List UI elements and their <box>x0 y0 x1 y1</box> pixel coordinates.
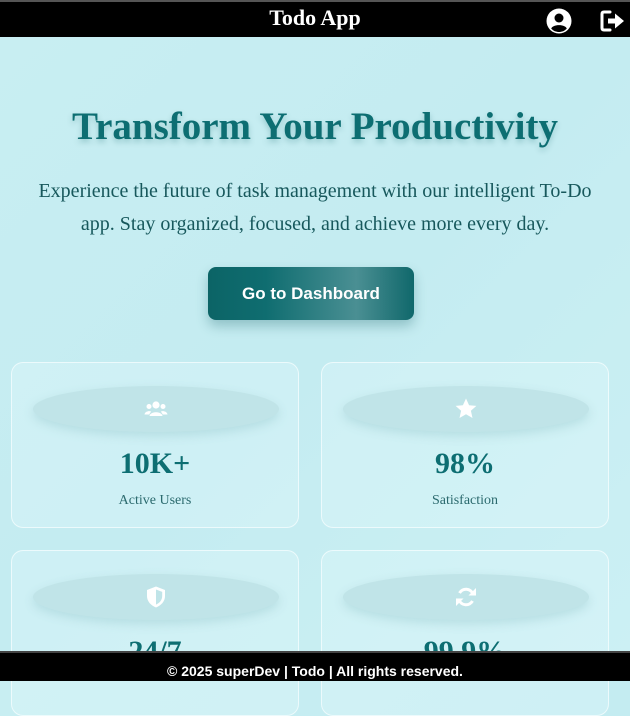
hero-title: Transform Your Productivity <box>71 105 559 148</box>
hero-description: Experience the future of task management… <box>20 175 610 241</box>
stat-card-availability: 24/7 <box>11 550 299 716</box>
stat-value: 98% <box>435 447 495 480</box>
go-to-dashboard-button[interactable]: Go to Dashboard <box>208 267 414 320</box>
user-circle-icon[interactable] <box>546 8 572 34</box>
hero-description-line-1: Experience the future of task management… <box>38 180 592 202</box>
footer-copyright: © 2025 superDev | Todo | All rights rese… <box>167 663 463 679</box>
stat-card-uptime: 99.9% <box>321 550 609 716</box>
stat-label: Satisfaction <box>431 493 499 508</box>
stat-card-active-users: 10K+ Active Users <box>11 362 299 528</box>
stat-card-satisfaction: 98% Satisfaction <box>321 362 609 528</box>
star-icon <box>455 398 477 418</box>
app-title: Todo App <box>269 5 361 30</box>
hero-description-line-2: app. Stay organized, focused, and achiev… <box>80 213 550 235</box>
stat-value: 10K+ <box>119 447 191 480</box>
sync-icon <box>456 587 476 607</box>
footer: © 2025 superDev | Todo | All rights rese… <box>0 651 630 681</box>
shield-icon <box>147 586 165 608</box>
stat-label: Active Users <box>118 493 192 508</box>
users-icon <box>144 401 168 416</box>
top-navbar: Todo App <box>0 0 630 37</box>
sign-out-icon[interactable] <box>600 9 626 33</box>
